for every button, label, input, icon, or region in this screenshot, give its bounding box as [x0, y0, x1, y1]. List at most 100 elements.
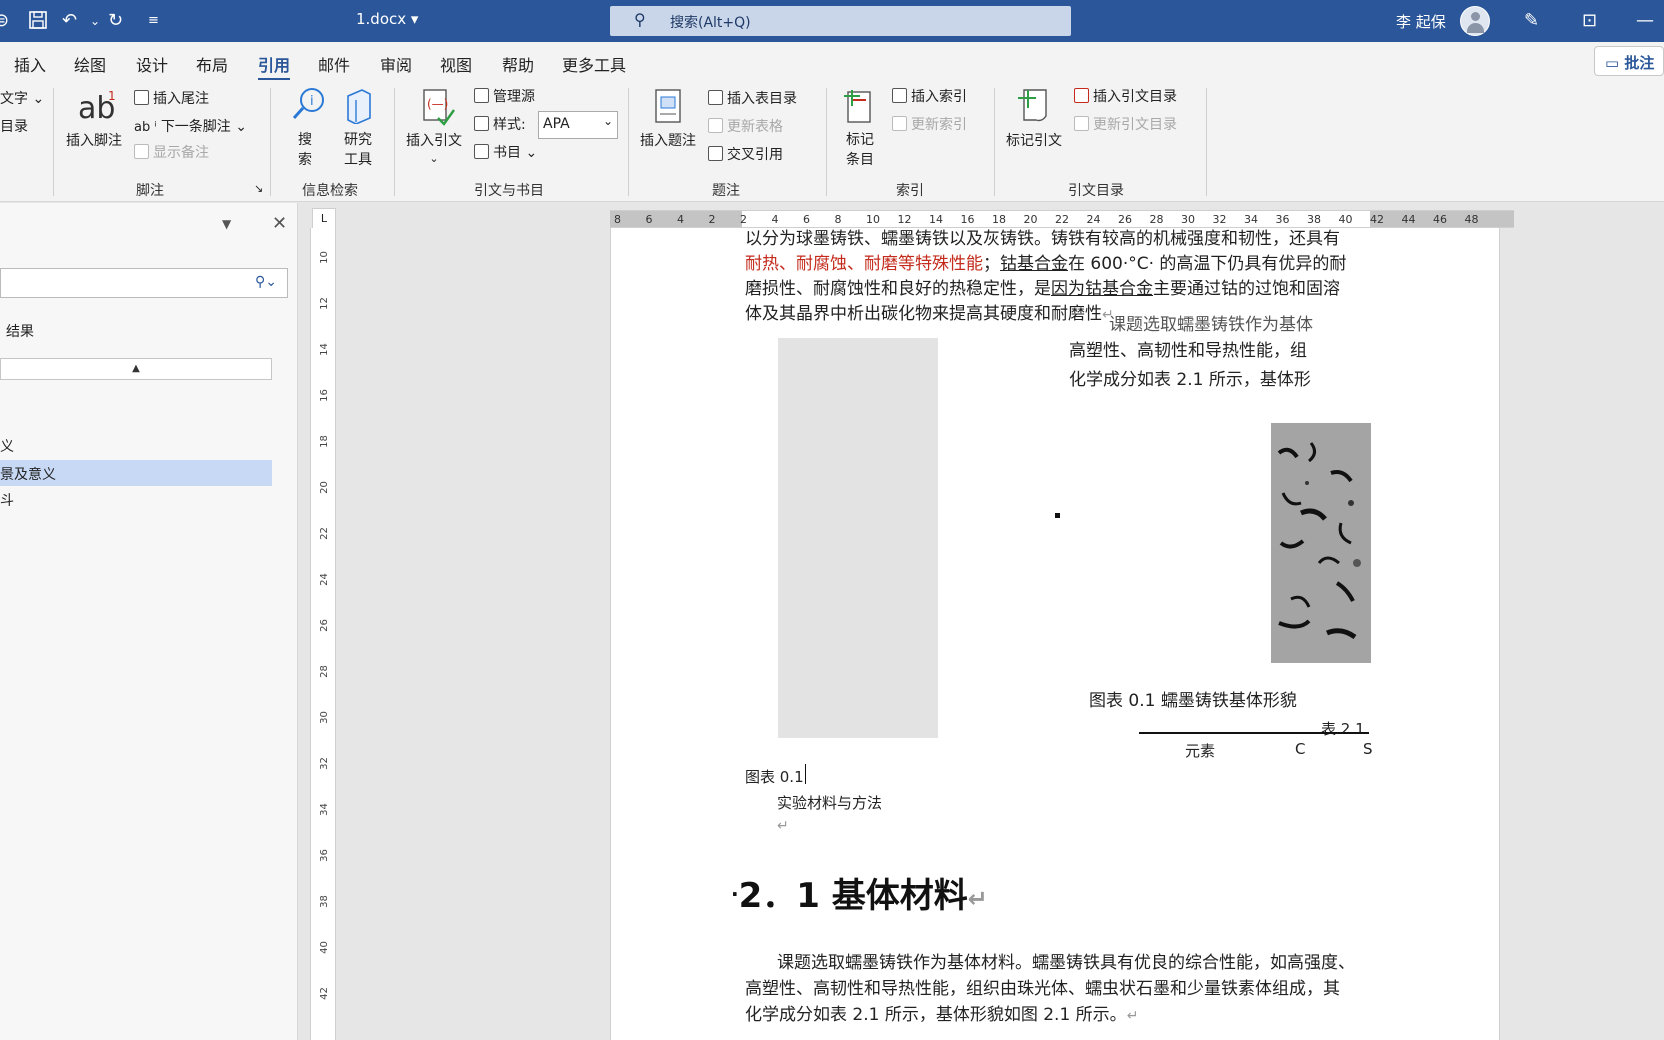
- body-line[interactable]: 高塑性、高韧性和导热性能，组织由珠光体、蠕虫状石墨和少量铁素体组成，其: [745, 974, 1340, 999]
- tab-insert[interactable]: 插入: [14, 52, 46, 76]
- user-name[interactable]: 李 起保: [1396, 11, 1446, 32]
- table-header-cell[interactable]: 元素: [1185, 740, 1215, 761]
- manage-sources-button[interactable]: 管理源: [474, 86, 535, 106]
- citation-style-select[interactable]: APA ⌄: [538, 111, 618, 139]
- research-tool-icon[interactable]: [342, 86, 376, 125]
- tab-review[interactable]: 审阅: [380, 52, 412, 76]
- research-tool-button[interactable]: 研究 工具: [344, 130, 372, 170]
- nav-search-input[interactable]: ⚲⌄: [0, 268, 288, 298]
- caption-left[interactable]: 图表 0.1: [745, 766, 804, 787]
- cross-reference-button[interactable]: 交叉引用: [708, 144, 783, 164]
- search-icon[interactable]: i: [290, 86, 324, 120]
- table-header-cell[interactable]: C: [1295, 740, 1305, 758]
- paragraph-line[interactable]: 以分为球墨铸铁、蠕墨铸铁以及灰铸铁。铸铁有较高的机械强度和韧性，还具有: [745, 228, 1340, 249]
- toc-text-button[interactable]: 文字 ⌄: [0, 88, 44, 108]
- collapse-all-button[interactable]: ▲: [0, 358, 272, 380]
- tab-design[interactable]: 设计: [136, 52, 168, 76]
- show-notes-label: 显示备注: [153, 145, 209, 161]
- tab-selector[interactable]: L: [312, 208, 336, 230]
- document-page[interactable]: 以分为球墨铸铁、蠕墨铸铁以及灰铸铁。铸铁有较高的机械强度和韧性，还具有 耐热、耐…: [610, 228, 1500, 1040]
- customize-qat-icon[interactable]: ≡: [148, 10, 159, 32]
- mark-citation-button[interactable]: 标记引文: [1006, 130, 1062, 150]
- bibliography-button[interactable]: 书目 ⌄: [474, 142, 537, 162]
- insert-table-of-figures-button[interactable]: 插入表目录: [708, 88, 797, 108]
- notes-icon: [134, 144, 149, 159]
- insert-caption-button[interactable]: 插入题注: [640, 130, 696, 150]
- mark-citation-icon[interactable]: [1016, 86, 1050, 122]
- bullet-anchor: [1055, 513, 1060, 518]
- tab-layout[interactable]: 布局: [196, 52, 228, 76]
- mark-entry-button[interactable]: 标记 条目: [846, 130, 874, 170]
- table-header-cell[interactable]: S: [1363, 740, 1373, 758]
- back-icon[interactable]: ⊜: [0, 10, 9, 32]
- search-icon: ⚲: [634, 10, 646, 29]
- document-title[interactable]: 1.docx ▾: [356, 10, 418, 28]
- update-table-label: 更新表格: [727, 119, 783, 135]
- nav-results-tab[interactable]: 结果: [6, 321, 34, 341]
- avatar[interactable]: [1460, 6, 1490, 36]
- ruler-number: 4: [677, 213, 684, 226]
- vruler-number: 30: [318, 711, 330, 724]
- mark-entry-icon[interactable]: [842, 86, 876, 123]
- body-line[interactable]: 课题选取蠕墨铸铁作为基体材料。蠕墨铸铁具有优良的综合性能，如高强度、: [777, 948, 1355, 973]
- paragraph-line[interactable]: 体及其晶界中析出碳化物来提高其硬度和耐磨性↵: [745, 299, 1114, 324]
- search-icon[interactable]: ⚲⌄: [255, 274, 277, 290]
- insert-index-button[interactable]: 插入索引: [892, 86, 967, 106]
- insert-citation-button[interactable]: 插入引文 ⌄: [406, 130, 462, 166]
- figure-placeholder[interactable]: [778, 338, 938, 738]
- heading-text: 2．1 基体材料: [738, 876, 968, 916]
- next-footnote-button[interactable]: ab ⁱ 下一条脚注 ⌄: [134, 116, 247, 136]
- insert-caption-icon[interactable]: [652, 88, 686, 123]
- ruler-number: 46: [1433, 213, 1447, 226]
- insert-endnote-button[interactable]: 插入尾注: [134, 88, 209, 108]
- comments-button[interactable]: ▭ 批注: [1594, 46, 1664, 76]
- paragraph-line[interactable]: 耐热、耐腐蚀、耐磨等特殊性能；钴基合金在 600·°C· 的高温下仍具有优异的耐: [745, 249, 1346, 274]
- paragraph-mark: ↵: [777, 818, 789, 834]
- pane-options-icon[interactable]: ▼: [222, 217, 231, 231]
- text: ；: [983, 254, 1000, 274]
- tab-help[interactable]: 帮助: [502, 52, 534, 76]
- vruler-number: 40: [318, 941, 330, 954]
- save-icon[interactable]: [28, 10, 48, 36]
- minimize-icon[interactable]: —: [1636, 10, 1654, 32]
- citations-group-label: 引文与书目: [474, 183, 544, 199]
- vruler-number: 18: [318, 435, 330, 448]
- ruler-margin-left: [610, 211, 742, 227]
- citation-style-value: APA: [543, 116, 570, 132]
- section-label[interactable]: 实验材料与方法: [777, 792, 882, 813]
- micrograph-image[interactable]: [1271, 423, 1371, 663]
- group-separator: [394, 88, 395, 196]
- tab-draw[interactable]: 绘图: [74, 52, 106, 76]
- undo-icon[interactable]: ↶: [62, 10, 77, 32]
- ribbon-display-icon[interactable]: ⊡: [1582, 10, 1597, 32]
- insert-citation-icon[interactable]: (—): [418, 88, 455, 126]
- section-heading[interactable]: ·2．1 基体材料↵: [731, 868, 988, 917]
- vertical-ruler[interactable]: 10 12 14 16 18 20 22 24 26 28 30 32 34 36 38 40 42: [310, 228, 336, 1040]
- insert-footnote-button[interactable]: 插入脚注: [66, 130, 122, 150]
- pen-icon[interactable]: ✎: [1524, 10, 1539, 32]
- body-line[interactable]: 化学成分如表 2.1 所示，基体形貌如图 2.1 所示。↵: [745, 1000, 1138, 1025]
- nav-heading-item-selected[interactable]: 景及意义: [0, 460, 272, 486]
- search-placeholder: 搜索(Alt+Q): [670, 15, 751, 31]
- search-box[interactable]: ⚲ 搜索(Alt+Q): [610, 6, 1071, 36]
- figure-caption[interactable]: 图表 0.1 蠕墨铸铁基体形貌: [1089, 686, 1297, 711]
- nav-heading-item[interactable]: 斗: [0, 490, 14, 510]
- search-button[interactable]: 搜索: [298, 130, 312, 170]
- horizontal-ruler[interactable]: 8 6 4 2 2 4 6 8 10 12 14 16 18 20 22 24 26 28 30 32 34 36 38 40…: [610, 210, 1514, 228]
- table-title[interactable]: 表 2.1: [1321, 718, 1365, 739]
- next-footnote-label: 下一条脚注: [160, 119, 231, 135]
- insert-footnote-icon[interactable]: ab 1: [76, 88, 116, 126]
- tab-references[interactable]: 引用: [258, 52, 291, 81]
- undo-dropdown-icon[interactable]: ⌄: [90, 10, 100, 32]
- floating-text-block[interactable]: 课题选取蠕墨铸铁作为基体 高塑性、高韧性和导热性能，组 化学成分如表 2.1 所…: [1069, 312, 1341, 392]
- paragraph-line[interactable]: 磨损性、耐腐蚀性和良好的热稳定性，是因为钴基合金主要通过钴的过饱和固溶: [745, 274, 1340, 299]
- tab-mailings[interactable]: 邮件: [318, 52, 350, 76]
- nav-heading-item[interactable]: 义: [0, 436, 14, 456]
- tab-more-tools[interactable]: 更多工具: [562, 52, 626, 76]
- close-icon[interactable]: ✕: [272, 213, 287, 234]
- insert-toa-button[interactable]: 插入引文目录: [1074, 86, 1177, 106]
- toc-update-button[interactable]: 目录: [0, 116, 28, 136]
- tab-view[interactable]: 视图: [440, 52, 472, 76]
- footnote-dialog-launcher-icon[interactable]: ↘: [254, 182, 263, 195]
- redo-icon[interactable]: ↻: [108, 10, 123, 32]
